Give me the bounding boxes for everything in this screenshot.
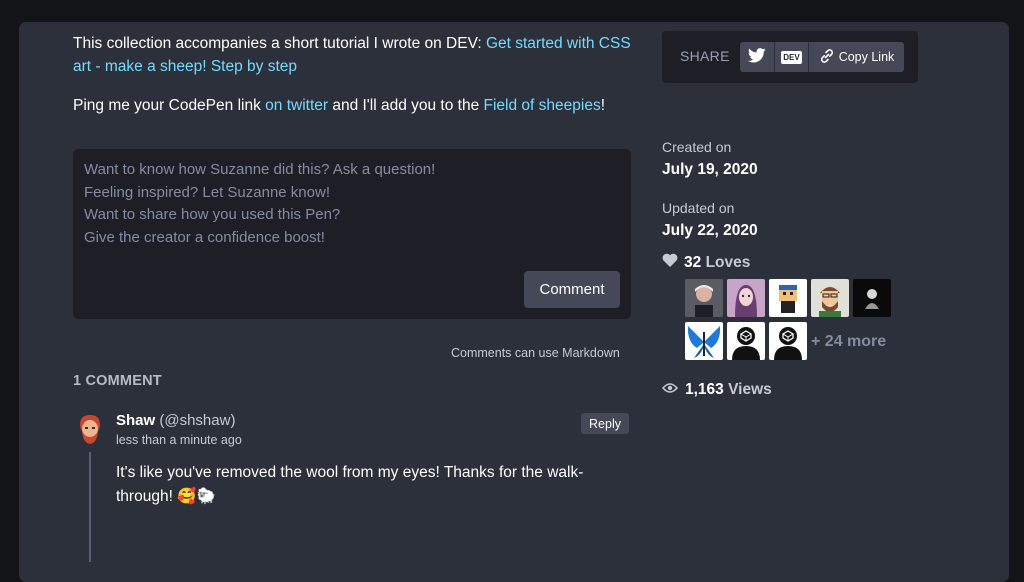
comment-timestamp: less than a minute ago — [116, 433, 242, 447]
comment-count-heading: 1 COMMENT — [73, 373, 162, 389]
copy-link-label: Copy Link — [838, 50, 895, 64]
lover-avatar[interactable] — [853, 279, 891, 317]
more-lovers-link[interactable]: + 24 more — [811, 333, 886, 351]
share-buttons: DEV Copy Link — [740, 42, 904, 72]
created-label: Created on — [662, 139, 732, 155]
copy-link-button[interactable]: Copy Link — [808, 42, 904, 72]
loves-count: 32 — [684, 253, 702, 271]
field-of-sheepies-link[interactable]: Field of sheepies — [484, 97, 601, 114]
comment-placeholder: Want to know how Suzanne did this? Ask a… — [84, 161, 436, 246]
commenter-avatar[interactable] — [77, 413, 103, 445]
share-dev-button[interactable]: DEV — [774, 42, 808, 72]
intro-text-2c: ! — [600, 97, 606, 114]
comment-body: It's like you've removed the wool from m… — [116, 464, 584, 505]
comment-submit-button[interactable]: Comment — [524, 271, 620, 308]
twitter-icon — [747, 48, 766, 66]
share-label: SHARE — [680, 48, 730, 64]
twitter-link[interactable]: on twitter — [265, 97, 328, 114]
loves-stat: 32 Loves — [662, 253, 750, 272]
comment-input[interactable]: Want to know how Suzanne did this? Ask a… — [73, 149, 631, 319]
intro-text-2b: and I'll add you to the — [328, 97, 484, 114]
intro-text-2a: Ping me your CodePen link — [73, 97, 266, 114]
lover-avatar[interactable] — [685, 279, 723, 317]
updated-label: Updated on — [662, 200, 735, 216]
heart-icon — [662, 253, 678, 272]
views-label: Views — [728, 381, 772, 398]
intro-paragraph-2: Ping me your CodePen link on twitter and… — [73, 94, 633, 117]
collection-description: This collection accompanies a short tuto… — [73, 32, 633, 117]
created-date: July 19, 2020 — [662, 161, 758, 178]
commenter-name[interactable]: Shaw — [116, 412, 155, 429]
commenter-handle[interactable]: (@shshaw) — [159, 412, 235, 429]
lover-avatar[interactable] — [769, 279, 807, 317]
lover-avatar[interactable] — [769, 322, 807, 360]
reply-button[interactable]: Reply — [581, 413, 629, 434]
markdown-note: Comments can use Markdown — [451, 346, 620, 360]
thread-line — [89, 452, 91, 562]
loves-label: Loves — [705, 253, 751, 271]
intro-paragraph-1: This collection accompanies a short tuto… — [73, 32, 633, 78]
lover-avatar[interactable] — [811, 279, 849, 317]
share-bar: SHARE DEV Copy Link — [662, 31, 918, 83]
views-stat: 1,163 Views — [661, 381, 772, 399]
share-twitter-button[interactable] — [740, 42, 774, 72]
comment-author: Shaw (@shshaw) — [116, 412, 235, 429]
lover-avatar[interactable] — [727, 322, 765, 360]
updated-date: July 22, 2020 — [662, 222, 758, 239]
lover-avatar[interactable] — [727, 279, 765, 317]
intro-text-1: This collection accompanies a short tuto… — [73, 35, 486, 52]
eye-icon — [661, 381, 679, 399]
lover-avatar[interactable] — [685, 322, 723, 360]
dev-icon: DEV — [781, 50, 802, 64]
views-count: 1,163 — [685, 381, 724, 398]
link-icon — [819, 48, 835, 67]
